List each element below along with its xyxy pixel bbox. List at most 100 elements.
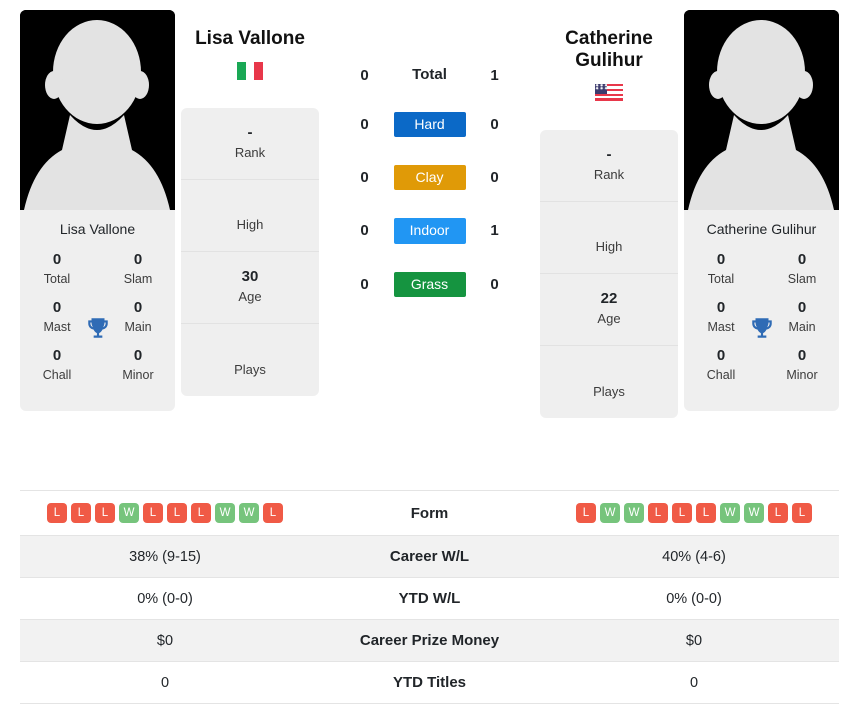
- form-badge-loss: L: [71, 503, 91, 523]
- titles-cell-slam: 0 Slam: [115, 249, 161, 287]
- titles-value: 0: [797, 346, 807, 364]
- h2h-left-score: 0: [360, 66, 369, 84]
- right-player-titles-stats: 0 Total 0 Slam 0 Mast 0 Main 0 Chall 0 M…: [684, 245, 839, 411]
- titles-row: 0 Chall 0 Minor: [20, 345, 175, 383]
- titles-label: Main: [788, 319, 816, 334]
- usa-flag-canton: ✷✷✷ ✷✷✷: [595, 84, 608, 94]
- h2h-left-score: 0: [360, 222, 369, 240]
- h2h-surface-cell: Hard: [387, 112, 473, 138]
- titles-value: 0: [52, 250, 62, 268]
- titles-cell-minor: 0 Minor: [115, 345, 161, 383]
- right-form-badges: LWWLLLWWLL: [557, 503, 831, 523]
- h2h-right-score: 0: [490, 116, 499, 134]
- titles-row: 0 Total 0 Slam: [20, 249, 175, 287]
- titles-row: 0 Chall 0 Minor: [684, 345, 839, 383]
- h2h-surface-cell: Clay: [387, 165, 473, 191]
- info-label: High: [236, 217, 264, 233]
- row-label-ytd-titles: YTD Titles: [392, 674, 467, 691]
- left-form-cell: LLLWLLLWWL: [20, 491, 310, 536]
- titles-label: Mast: [43, 319, 71, 334]
- info-value: 30: [241, 268, 259, 286]
- titles-cell-main: 0 Main: [779, 297, 825, 335]
- h2h-right-score: 1: [490, 222, 499, 240]
- h2h-left-score: 0: [360, 116, 369, 134]
- form-badge-win: W: [215, 503, 235, 523]
- info-row-plays: Plays: [540, 346, 678, 418]
- right-ytd-titles: 0: [689, 674, 699, 691]
- info-row-rank: - Rank: [540, 130, 678, 203]
- info-value: [185, 341, 315, 360]
- form-badge-loss: L: [648, 503, 668, 523]
- info-value: 22: [600, 290, 618, 308]
- table-row-form: LLLWLLLWWL Form LWWLLLWWLL: [20, 490, 839, 536]
- titles-label: Minor: [786, 367, 818, 382]
- trophy-icon: [85, 316, 111, 342]
- surface-badge-hard[interactable]: Hard: [393, 112, 466, 138]
- surface-badge-grass[interactable]: Grass: [393, 271, 466, 297]
- table-row-ytd-titles: 0 YTD Titles 0: [20, 661, 839, 704]
- left-player-card[interactable]: Lisa Vallone 0 Total 0 Slam 0 Mast 0 Mai…: [20, 10, 175, 411]
- right-form-cell: LWWLLLWWLL: [549, 491, 839, 536]
- titles-label: Slam: [787, 271, 817, 286]
- info-label: Plays: [593, 383, 625, 399]
- titles-cell-chall: 0 Chall: [698, 345, 744, 383]
- h2h-surface-cell: Grass: [387, 271, 473, 297]
- titles-cell-chall: 0 Chall: [34, 345, 80, 383]
- comparison-stats-table: LLLWLLLWWL Form LWWLLLWWLL 38% (9-15) Ca…: [20, 490, 839, 704]
- h2h-left-score: 0: [360, 169, 369, 187]
- titles-label: Total: [707, 271, 735, 286]
- right-player-flag-wrap: ✷✷✷ ✷✷✷: [540, 84, 678, 110]
- left-ytd-wl: 0% (0-0): [137, 590, 193, 607]
- titles-cell-main: 0 Main: [115, 297, 161, 335]
- titles-label: Total: [43, 271, 71, 286]
- left-career-wl: 38% (9-15): [129, 548, 201, 565]
- form-badge-loss: L: [696, 503, 716, 523]
- info-value: [544, 363, 674, 382]
- titles-value: 0: [797, 298, 807, 316]
- surface-badge-indoor[interactable]: Indoor: [393, 218, 466, 244]
- italy-flag-icon: [237, 62, 263, 81]
- h2h-surface-label: Total: [387, 66, 473, 84]
- row-label-career-wl: Career W/L: [389, 548, 470, 565]
- info-row-rank: - Rank: [181, 108, 319, 181]
- h2h-row-hard: 0 Hard 0: [325, 112, 534, 138]
- h2h-row-clay: 0 Clay 0: [325, 165, 534, 191]
- h2h-left-score: 0: [360, 275, 369, 293]
- right-player-avatar: [684, 10, 839, 210]
- form-badge-loss: L: [167, 503, 187, 523]
- form-badge-loss: L: [576, 503, 596, 523]
- titles-value: 0: [52, 298, 62, 316]
- info-row-high: High: [181, 180, 319, 253]
- form-badge-win: W: [624, 503, 644, 523]
- h2h-total-label: Total: [412, 66, 447, 83]
- form-badge-win: W: [600, 503, 620, 523]
- left-player-titles-stats: 0 Total 0 Slam 0 Mast 0 Main 0 Chall 0 M…: [20, 245, 175, 411]
- table-row-career-prize-money: $0 Career Prize Money $0: [20, 619, 839, 662]
- right-player-card[interactable]: Catherine Gulihur 0 Total 0 Slam 0 Mast …: [684, 10, 839, 411]
- titles-value: 0: [797, 250, 807, 268]
- info-value: -: [606, 146, 612, 164]
- titles-label: Minor: [122, 367, 154, 382]
- h2h-right-score: 0: [490, 275, 499, 293]
- right-player-name: Catherine Gulihur: [565, 28, 653, 72]
- right-career-prize-money: $0: [685, 632, 703, 649]
- h2h-row-grass: 0 Grass 0: [325, 271, 534, 297]
- usa-flag-icon: ✷✷✷ ✷✷✷: [595, 84, 623, 103]
- titles-value: 0: [716, 346, 726, 364]
- surface-badge-clay[interactable]: Clay: [393, 165, 466, 191]
- form-badge-win: W: [239, 503, 259, 523]
- form-badge-win: W: [720, 503, 740, 523]
- titles-cell-total: 0 Total: [34, 249, 80, 287]
- titles-value: 0: [52, 346, 62, 364]
- titles-value: 0: [133, 346, 143, 364]
- info-value: -: [247, 124, 253, 142]
- left-career-prize-money: $0: [156, 632, 174, 649]
- table-row-ytd-wl: 0% (0-0) YTD W/L 0% (0-0): [20, 577, 839, 620]
- form-badge-loss: L: [768, 503, 788, 523]
- info-label: Age: [597, 311, 621, 327]
- info-label: High: [595, 239, 623, 255]
- titles-value: 0: [716, 250, 726, 268]
- info-row-age: 30 Age: [181, 252, 319, 325]
- info-label: Rank: [593, 167, 625, 183]
- titles-cell-mast: 0 Mast: [34, 297, 80, 335]
